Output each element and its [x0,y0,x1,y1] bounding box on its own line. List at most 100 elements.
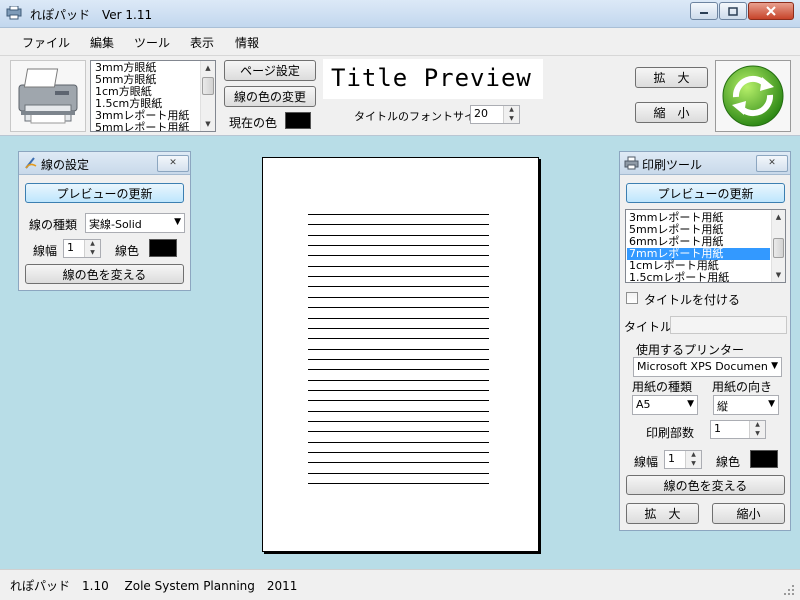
menu-file[interactable]: ファイル [22,34,70,51]
maximize-button[interactable] [719,2,747,20]
status-bar: れぽパッド 1.10 Zole System Planning 2011 [0,569,800,600]
list-item[interactable]: 1.5cmレポート用紙 [627,272,770,283]
chevron-down-icon: ▼ [174,217,181,227]
ruled-line [308,224,489,226]
window-title: れぽパッド Ver 1.11 [30,8,153,22]
spin-up-icon[interactable]: ▲ [504,106,519,115]
paper-type-label: 用紙の種類 [632,380,693,394]
paper-list-scrollbar[interactable]: ▲ ▼ [200,61,215,131]
scroll-down-icon[interactable]: ▼ [201,117,215,131]
print-paper-list[interactable]: 3mmレポート用紙 5mmレポート用紙 6mmレポート用紙 7mmレポート用紙 1cmレ… [625,209,786,283]
ruled-line [308,338,489,340]
copies-label: 印刷部数 [646,426,695,440]
line-settings-panel: 線の設定 ✕ プレビューの更新 線の種類 実線-Solid ▼ 線幅 1 ▲ ▼ … [18,151,191,291]
chevron-down-icon: ▼ [768,399,775,409]
ruled-line [308,462,489,464]
ruled-line [308,307,489,309]
print-line-width-spinner[interactable]: 1 ▲ ▼ [664,450,702,469]
ruled-line [308,441,489,443]
close-icon [766,6,776,16]
copies-spinner[interactable]: 1 ▲ ▼ [710,420,766,439]
print-update-preview-button[interactable]: プレビューの更新 [626,183,785,203]
printer-select[interactable]: Microsoft XPS Documen ▼ [633,357,782,377]
ruled-line [308,348,489,350]
refresh-button[interactable] [715,60,791,132]
line-settings-title: 線の設定 [41,158,90,172]
line-width-label: 線幅 [33,244,58,258]
print-zoom-out-button[interactable]: 縮小 [712,503,785,524]
scroll-down-icon[interactable]: ▼ [772,268,785,282]
print-tool-panel: 印刷ツール ✕ プレビューの更新 3mmレポート用紙 5mmレポート用紙 6mmレポ… [619,151,791,531]
line-change-color-button[interactable]: 線の色を変える [25,264,184,284]
title-font-size-label: タイトルのフォントサイズ [354,110,486,123]
menu-view[interactable]: 表示 [190,34,214,51]
menu-tools[interactable]: ツール [134,34,170,51]
print-tool-header[interactable]: 印刷ツール ✕ [620,152,790,175]
scroll-up-icon[interactable]: ▲ [772,210,785,224]
printer-button[interactable] [10,60,86,132]
print-line-width-value: 1 [668,452,675,465]
current-color-label: 現在の色 [229,116,278,130]
line-update-preview-button[interactable]: プレビューの更新 [25,183,184,203]
print-zoom-in-button[interactable]: 拡 大 [626,503,699,524]
printer-label: 使用するプリンター [636,343,745,357]
page-setup-button[interactable]: ページ設定 [224,60,316,81]
zoom-out-button[interactable]: 縮 小 [635,102,708,123]
paper-type-list[interactable]: 3mm方眼紙 5mm方眼紙 1cm方眼紙 1.5cm方眼紙 3mmレポート用紙 5mmレポ… [90,60,216,132]
paper-preview [262,157,539,552]
refresh-icon [722,65,784,127]
print-line-color-swatch [750,450,778,468]
scroll-up-icon[interactable]: ▲ [201,61,215,75]
orientation-select[interactable]: 縦 ▼ [713,395,779,415]
menu-edit[interactable]: 編集 [90,34,114,51]
spin-down-icon[interactable]: ▼ [750,430,765,439]
close-button[interactable] [748,2,794,20]
scroll-thumb[interactable] [202,77,214,95]
print-change-color-button[interactable]: 線の色を変える [626,475,785,495]
zoom-in-button[interactable]: 拡 大 [635,67,708,88]
spin-up-icon[interactable]: ▲ [85,240,100,249]
status-text: れぽパッド 1.10 Zole System Planning 2011 [10,579,298,593]
ruled-line [308,265,489,267]
orientation-value: 縦 [717,400,728,413]
ruled-line [308,234,489,236]
spin-up-icon[interactable]: ▲ [686,451,701,460]
paper-size-select[interactable]: A5 ▼ [632,395,698,415]
scroll-thumb[interactable] [773,238,784,258]
spin-down-icon[interactable]: ▼ [85,249,100,258]
change-line-color-button[interactable]: 線の色の変更 [224,86,316,107]
printer-icon [18,68,78,124]
toolbar: 3mm方眼紙 5mm方眼紙 1cm方眼紙 1.5cm方眼紙 3mmレポート用紙 5mmレポ… [0,56,800,136]
title-font-size-spinner[interactable]: 20 ▲ ▼ [470,105,520,124]
title-input[interactable] [670,316,787,334]
menu-info[interactable]: 情報 [235,34,259,51]
line-width-value: 1 [67,241,74,254]
ruled-line [308,431,489,433]
ruled-line [308,472,489,474]
add-title-checkbox[interactable] [626,292,638,304]
line-settings-header[interactable]: 線の設定 ✕ [19,152,190,175]
line-width-spinner[interactable]: 1 ▲ ▼ [63,239,101,258]
panel-close-icon[interactable]: ✕ [157,155,189,172]
ruled-line [308,255,489,257]
ruled-line [308,421,489,422]
title-font-size-value: 20 [474,107,488,120]
ruled-line [308,369,489,371]
minimize-icon [700,12,708,14]
spin-down-icon[interactable]: ▼ [504,115,519,124]
line-type-select[interactable]: 実線-Solid ▼ [85,213,185,233]
ruled-line [308,327,489,329]
spin-up-icon[interactable]: ▲ [750,421,765,430]
panel-close-icon[interactable]: ✕ [756,155,788,172]
ruled-line [308,389,489,391]
list-item[interactable]: 5mmレポート用紙 [93,122,201,132]
ruled-line [308,452,489,454]
print-list-scrollbar[interactable]: ▲ ▼ [771,210,785,282]
resize-grip-icon[interactable] [784,585,796,597]
line-color-label: 線色 [115,244,140,258]
ruled-line [308,214,489,215]
spin-down-icon[interactable]: ▼ [686,460,701,469]
menu-bar: ファイル 編集 ツール 表示 情報 [0,28,800,56]
line-type-value: 実線-Solid [89,218,142,231]
minimize-button[interactable] [690,2,718,20]
